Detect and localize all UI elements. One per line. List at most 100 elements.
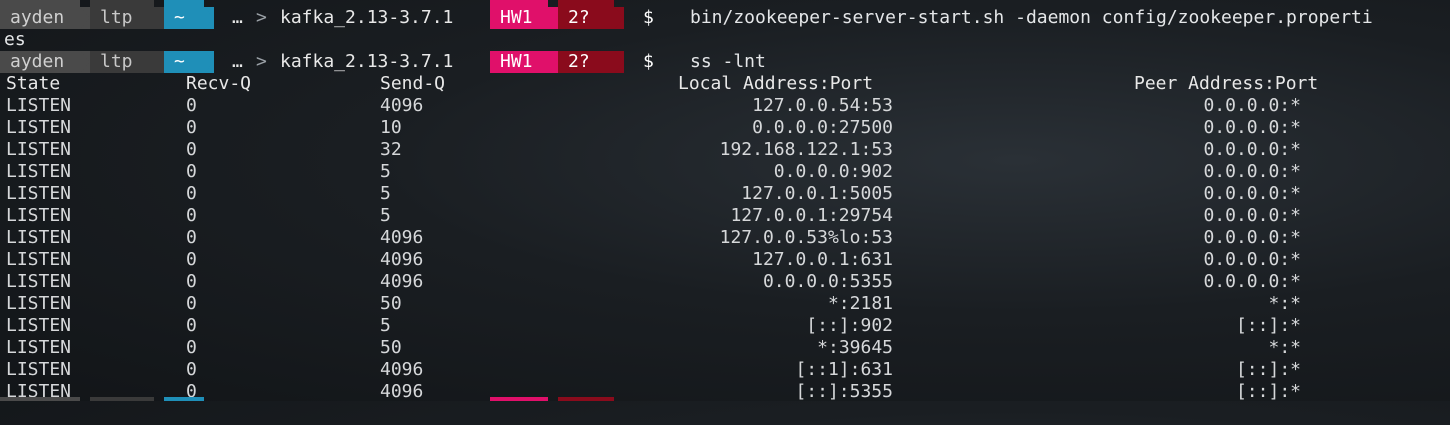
cell-local-address: 0.0.0.0:902 (773, 161, 893, 182)
table-row: LISTEN 0 5 0.0.0.0:902 0.0.0.0:* (0, 161, 1450, 183)
prompt-dir: kafka_2.13-3.7.1 (280, 7, 454, 28)
segment-arrow-icon (80, 51, 90, 73)
prompt-symbol: $ (643, 51, 654, 72)
cell-state: LISTEN (6, 271, 72, 292)
header-send-q: Send-Q (380, 73, 446, 94)
cell-peer-address: 0.0.0.0:* (1203, 139, 1301, 160)
cell-local-address: 127.0.0.53%lo:53 (719, 227, 893, 248)
prompt-host: ltp (90, 7, 164, 29)
cell-local-address: *:39645 (817, 337, 893, 358)
table-row: LISTEN 0 50 *:2181 *:* (0, 293, 1450, 315)
segment-arrow-icon (614, 7, 624, 29)
cell-send-q: 4096 (380, 359, 424, 380)
command-text: ss -lnt (690, 51, 766, 72)
command-wrap-line: es (0, 29, 1450, 51)
cell-peer-address: *:* (1268, 337, 1301, 358)
cell-peer-address: 0.0.0.0:* (1203, 117, 1301, 138)
cell-peer-address: [::]:* (1235, 315, 1301, 336)
cell-peer-address: 0.0.0.0:* (1203, 183, 1301, 204)
cell-recv-q: 0 (186, 359, 197, 380)
table-row: LISTEN 0 50 *:39645 *:* (0, 337, 1450, 359)
header-local-address: Local Address:Port (678, 73, 874, 94)
cell-state: LISTEN (6, 293, 72, 314)
prompt-segment (558, 0, 614, 7)
prompt-segment (490, 397, 548, 401)
cell-send-q: 32 (380, 139, 402, 160)
cell-recv-q: 0 (186, 95, 197, 116)
prompt-symbol: $ (643, 7, 654, 28)
cell-recv-q: 0 (186, 337, 197, 358)
cell-state: LISTEN (6, 117, 72, 138)
cell-state: LISTEN (6, 359, 72, 380)
table-row: LISTEN 0 5 127.0.0.1:29754 0.0.0.0:* (0, 205, 1450, 227)
cell-local-address: [::1]:631 (795, 359, 893, 380)
table-row: LISTEN 0 32 192.168.122.1:53 0.0.0.0:* (0, 139, 1450, 161)
cell-state: LISTEN (6, 161, 72, 182)
command-wrap-text: es (4, 29, 26, 50)
cell-recv-q: 0 (186, 205, 197, 226)
cell-recv-q: 0 (186, 117, 197, 138)
cell-peer-address: *:* (1268, 293, 1301, 314)
command-text: bin/zookeeper-server-start.sh -daemon co… (690, 7, 1373, 28)
cell-peer-address: 0.0.0.0:* (1203, 227, 1301, 248)
prompt-line-1: ayden ltp ~ … > kafka_2.13-3.7.1 HW1 2? … (0, 7, 1450, 29)
cell-recv-q: 0 (186, 183, 197, 204)
cell-local-address: *:2181 (827, 293, 893, 314)
cell-state: LISTEN (6, 205, 72, 226)
cell-send-q: 5 (380, 183, 391, 204)
cell-state: LISTEN (6, 315, 72, 336)
cell-peer-address: 0.0.0.0:* (1203, 95, 1301, 116)
table-row: LISTEN 0 5 127.0.0.1:5005 0.0.0.0:* (0, 183, 1450, 205)
segment-arrow-icon (80, 7, 90, 29)
chevron-right-icon: > (256, 51, 267, 72)
cell-send-q: 50 (380, 337, 402, 358)
cell-peer-address: 0.0.0.0:* (1203, 271, 1301, 292)
cell-send-q: 5 (380, 205, 391, 226)
prompt-ellipsis: … (232, 7, 243, 28)
cell-send-q: 5 (380, 161, 391, 182)
table-header: State Recv-Q Send-Q Local Address:Port P… (0, 73, 1450, 95)
prompt-dir: kafka_2.13-3.7.1 (280, 51, 454, 72)
cell-local-address: 0.0.0.0:5355 (762, 271, 893, 292)
cell-send-q: 50 (380, 293, 402, 314)
cell-send-q: 4096 (380, 227, 424, 248)
prompt-segment (90, 397, 154, 401)
prompt-user: ayden (0, 7, 90, 29)
cell-peer-address: [::]:* (1235, 359, 1301, 380)
prompt-segment (558, 397, 614, 401)
header-recv-q: Recv-Q (186, 73, 252, 94)
segment-arrow-icon (614, 51, 624, 73)
prompt-segment (164, 397, 204, 401)
prompt-segment (0, 397, 80, 401)
cell-send-q: 4096 (380, 271, 424, 292)
cell-state: LISTEN (6, 139, 72, 160)
cell-local-address: 127.0.0.54:53 (752, 95, 893, 116)
cell-local-address: 127.0.0.1:29754 (730, 205, 893, 226)
cell-peer-address: 0.0.0.0:* (1203, 161, 1301, 182)
cell-recv-q: 0 (186, 293, 197, 314)
cell-state: LISTEN (6, 95, 72, 116)
segment-arrow-icon (204, 51, 214, 73)
cell-local-address: 0.0.0.0:27500 (752, 117, 893, 138)
prompt-segment (0, 0, 80, 7)
prompt-segment (164, 0, 204, 7)
prompt-line-2: ayden ltp ~ … > kafka_2.13-3.7.1 HW1 2? … (0, 51, 1450, 73)
table-row: LISTEN 0 4096 127.0.0.54:53 0.0.0.0:* (0, 95, 1450, 117)
prompt-user: ayden (0, 51, 90, 73)
cell-recv-q: 0 (186, 271, 197, 292)
socket-table: LISTEN 0 4096 127.0.0.54:53 0.0.0.0:* LISTEN 0… (0, 95, 1450, 403)
table-row: LISTEN 0 5 [::]:902 [::]:* (0, 315, 1450, 337)
segment-arrow-icon (154, 7, 164, 29)
cell-local-address: 127.0.0.1:5005 (741, 183, 893, 204)
prompt-host: ltp (90, 51, 164, 73)
terminal[interactable]: ayden ltp ~ … > kafka_2.13-3.7.1 HW1 2? … (0, 0, 1450, 403)
cell-send-q: 5 (380, 315, 391, 336)
cell-state: LISTEN (6, 183, 72, 204)
cell-peer-address: 0.0.0.0:* (1203, 205, 1301, 226)
cell-recv-q: 0 (186, 161, 197, 182)
prompt-ellipsis: … (232, 51, 243, 72)
cell-local-address: 127.0.0.1:631 (752, 249, 893, 270)
segment-arrow-icon (548, 7, 558, 29)
table-row: LISTEN 0 4096 127.0.0.1:631 0.0.0.0:* (0, 249, 1450, 271)
segment-arrow-icon (548, 51, 558, 73)
